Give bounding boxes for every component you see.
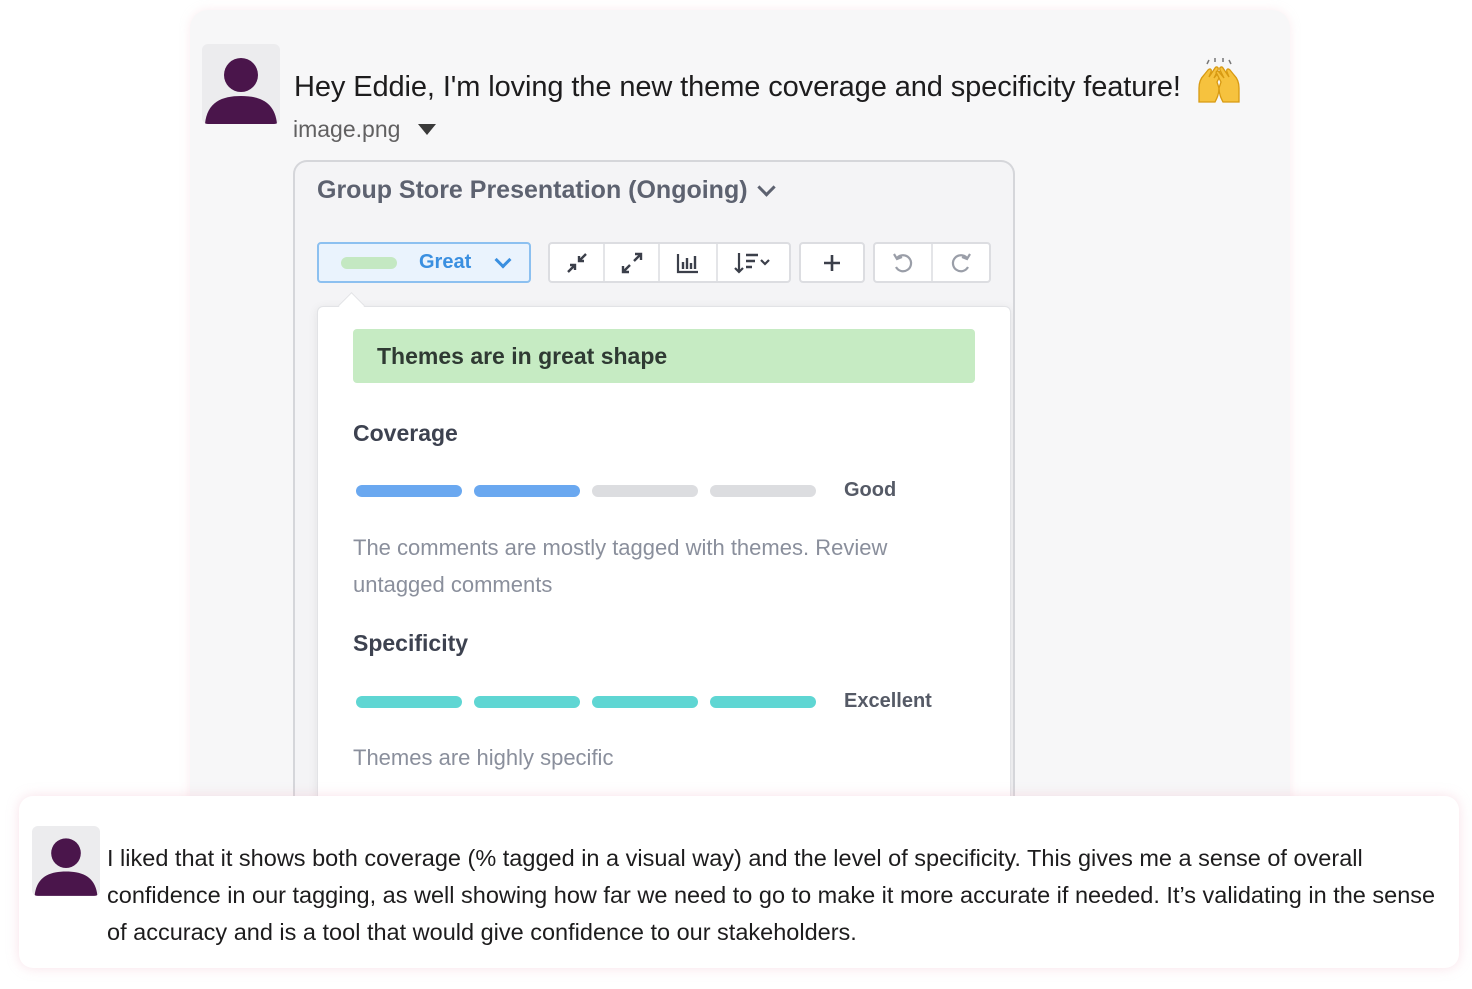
popover-arrow xyxy=(338,292,365,319)
coverage-segment xyxy=(474,484,580,497)
theme-quality-popover: Themes are in great shape Coverage Good … xyxy=(317,292,1011,812)
sender-avatar[interactable] xyxy=(202,44,280,124)
raised-hands-emoji xyxy=(1195,58,1243,112)
undo-icon xyxy=(893,252,913,272)
add-toolbar xyxy=(799,242,865,283)
attached-image[interactable]: Group Store Presentation (Ongoing) Great xyxy=(293,160,1015,812)
collapse-button[interactable] xyxy=(550,244,605,281)
message-body: Hey Eddie, I'm loving the new theme cove… xyxy=(294,71,1181,103)
undo-button[interactable] xyxy=(875,244,933,281)
user-icon xyxy=(34,838,98,896)
sort-icon xyxy=(733,252,770,274)
reply-text: I liked that it shows both coverage (% t… xyxy=(107,845,1436,945)
history-toolbar xyxy=(873,242,991,283)
expand-button[interactable] xyxy=(605,244,660,281)
coverage-segment xyxy=(592,484,698,497)
coverage-segment xyxy=(356,484,462,497)
specificity-segment xyxy=(710,695,816,708)
status-banner-text: Themes are in great shape xyxy=(377,342,668,369)
sort-button[interactable] xyxy=(718,244,789,281)
redo-button[interactable] xyxy=(933,244,989,281)
project-title-text: Group Store Presentation (Ongoing) xyxy=(317,176,748,204)
attachment-name: image.png xyxy=(293,116,401,142)
status-banner: Themes are in great shape xyxy=(353,329,975,383)
coverage-meter: Good xyxy=(356,479,896,502)
chevron-down-icon xyxy=(756,178,776,197)
message-text: Hey Eddie, I'm loving the new theme cove… xyxy=(294,58,1243,112)
plus-icon xyxy=(824,254,840,271)
add-button[interactable] xyxy=(801,244,863,281)
specificity-segment xyxy=(356,695,462,708)
coverage-level-label: Good xyxy=(844,479,897,501)
status-dropdown[interactable]: Great xyxy=(317,242,531,283)
status-label: Great xyxy=(419,251,472,273)
project-title[interactable]: Group Store Presentation (Ongoing) xyxy=(317,176,776,205)
collapse-icon xyxy=(566,252,587,273)
attachment-toggle[interactable]: image.png xyxy=(293,116,437,143)
specificity-title: Specificity xyxy=(353,630,469,656)
status-indicator xyxy=(341,256,397,269)
reply-avatar[interactable] xyxy=(32,826,100,896)
caret-down-icon xyxy=(418,124,437,135)
coverage-description: The comments are mostly tagged with them… xyxy=(353,535,888,597)
redo-icon xyxy=(951,252,971,272)
specificity-meter: Excellent xyxy=(356,690,932,713)
specificity-segment xyxy=(592,695,698,708)
chevron-down-icon xyxy=(494,251,512,268)
coverage-title: Coverage xyxy=(353,420,458,446)
user-icon xyxy=(205,58,277,124)
view-toolbar xyxy=(548,242,791,283)
chart-button[interactable] xyxy=(660,244,718,281)
chart-icon xyxy=(676,253,698,273)
specificity-description: Themes are highly specific xyxy=(353,745,614,770)
coverage-segment xyxy=(710,484,816,497)
expand-icon xyxy=(621,252,642,273)
specificity-level-label: Excellent xyxy=(844,690,932,712)
specificity-segment xyxy=(474,695,580,708)
